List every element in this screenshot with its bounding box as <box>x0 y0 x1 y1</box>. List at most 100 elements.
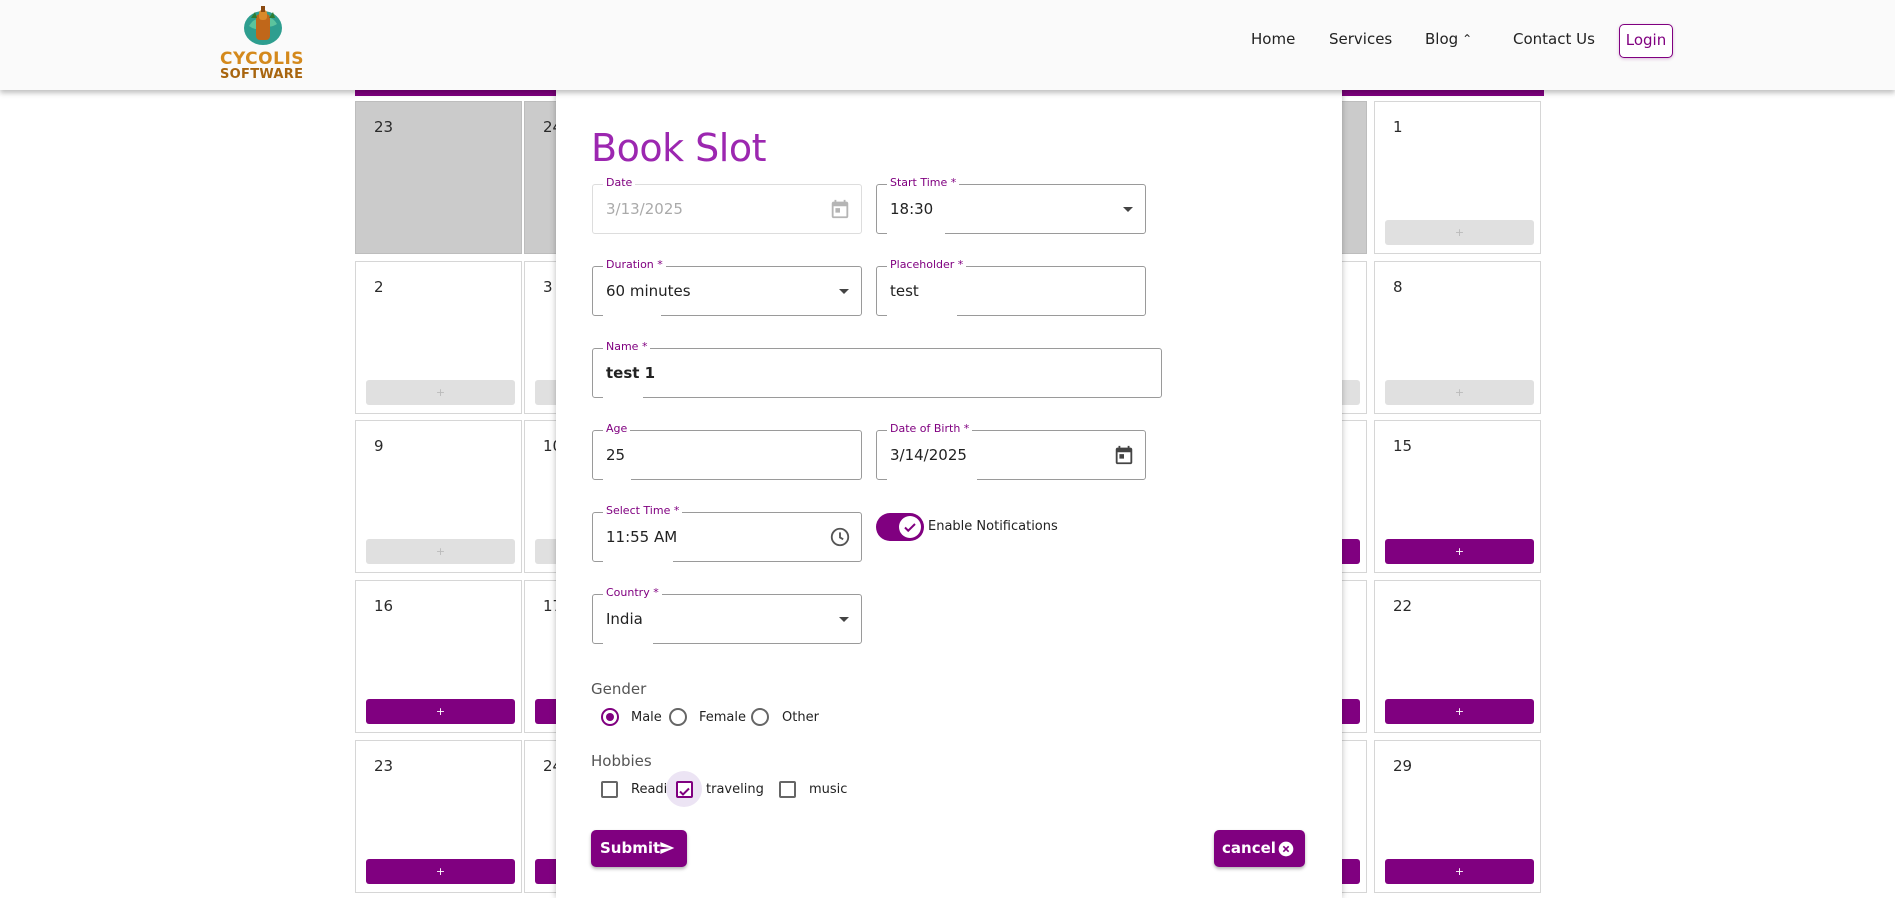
gender-radio-other[interactable] <box>751 708 769 726</box>
add-booking-button[interactable]: + <box>366 380 515 405</box>
cancel-button[interactable]: cancel <box>1214 830 1305 867</box>
field-underline <box>603 560 673 562</box>
name-label: Name * <box>603 340 651 354</box>
gender-option-other: Other <box>782 710 819 725</box>
add-booking-button[interactable]: + <box>1385 380 1534 405</box>
field-underline <box>887 232 945 234</box>
nav-home-link[interactable]: Home <box>1251 30 1295 56</box>
country-select[interactable]: Country * India <box>592 586 862 644</box>
add-booking-button[interactable]: + <box>366 539 515 564</box>
hobby-checkbox-music[interactable] <box>779 781 796 798</box>
calendar-icon[interactable] <box>1113 444 1135 466</box>
age-input[interactable]: Age 25 <box>592 422 862 480</box>
notifications-toggle[interactable] <box>876 513 924 541</box>
placeholder-input[interactable]: Placeholder * test <box>876 258 1146 316</box>
dropdown-arrow-icon <box>839 617 849 622</box>
calendar-day-cell[interactable]: 29 + <box>1374 740 1541 893</box>
add-booking-button[interactable]: + <box>366 859 515 884</box>
calendar-day-cell[interactable]: 9 + <box>355 420 522 573</box>
name-input[interactable]: Name * test 1 <box>592 340 1162 398</box>
add-booking-button[interactable]: + <box>1385 539 1534 564</box>
check-icon <box>904 523 916 533</box>
duration-label: Duration * <box>603 258 666 272</box>
gender-radio-male[interactable] <box>601 708 619 726</box>
calendar-day-cell[interactable]: 16 + <box>355 580 522 733</box>
hobby-option-traveling: traveling <box>706 782 764 797</box>
select-time-value: 11:55 AM <box>606 528 678 546</box>
calendar-day-number: 3 <box>543 278 553 296</box>
login-button[interactable]: Login <box>1619 24 1673 58</box>
placeholder-label: Placeholder * <box>887 258 967 272</box>
field-underline <box>603 478 631 480</box>
calendar-day-number: 22 <box>1393 597 1413 615</box>
add-booking-button[interactable]: + <box>1385 859 1534 884</box>
dob-label: Date of Birth * <box>887 422 973 436</box>
select-time-input[interactable]: Select Time * 11:55 AM <box>592 504 862 562</box>
calendar-day-number: 15 <box>1393 437 1413 455</box>
nav-blog-label: Blog <box>1425 30 1459 48</box>
hobby-option-music: music <box>809 782 848 797</box>
date-of-birth-input[interactable]: Date of Birth * 3/14/2025 <box>876 422 1146 480</box>
duration-value: 60 minutes <box>606 282 691 300</box>
start-time-label: Start Time * <box>887 176 960 190</box>
start-time-select[interactable]: Start Time * 18:30 <box>876 176 1146 234</box>
dropdown-arrow-icon <box>839 289 849 294</box>
calendar-day-cell[interactable]: 23 + <box>355 740 522 893</box>
logo-text-secondary: SOFTWARE <box>220 67 304 82</box>
gender-label: Gender <box>591 680 647 698</box>
cancel-button-label: cancel <box>1222 839 1276 857</box>
select-time-label: Select Time * <box>603 504 683 518</box>
gender-option-female: Female <box>699 710 747 725</box>
notifications-label: Enable Notifications <box>928 519 1058 534</box>
site-header: CYCOLIS SOFTWARE Home Services Blog ⌃ Con… <box>0 0 1895 90</box>
name-value: test 1 <box>606 364 656 382</box>
start-time-value: 18:30 <box>890 200 934 218</box>
nav-services-link[interactable]: Services <box>1329 30 1392 56</box>
field-underline <box>603 314 661 316</box>
nav-contact-link[interactable]: Contact Us <box>1513 30 1595 56</box>
add-booking-button[interactable]: + <box>1385 220 1534 245</box>
add-booking-button[interactable]: + <box>366 699 515 724</box>
calendar-day-number: 23 <box>374 118 394 136</box>
dialog-title: Book Slot <box>591 126 766 170</box>
submit-button[interactable]: Submit <box>591 830 687 867</box>
calendar-icon <box>831 199 849 219</box>
calendar-day-cell[interactable]: 8 + <box>1374 261 1541 414</box>
logo-text-primary: CYCOLIS <box>220 49 305 69</box>
dob-value: 3/14/2025 <box>890 446 967 464</box>
country-label: Country * <box>603 586 662 600</box>
country-value: India <box>606 610 643 628</box>
placeholder-value: test <box>890 282 919 300</box>
gender-option-male: Male <box>631 710 662 725</box>
field-underline <box>887 314 957 316</box>
clock-icon[interactable] <box>829 526 851 548</box>
calendar-day-cell[interactable]: 1 + <box>1374 101 1541 254</box>
logo-globe-icon <box>244 6 282 45</box>
hobby-checkbox-traveling[interactable] <box>676 781 693 798</box>
book-slot-dialog: Book Slot Date 3/13/2025 Start Time * 18… <box>556 88 1342 898</box>
calendar-day-cell[interactable]: 15 + <box>1374 420 1541 573</box>
duration-select[interactable]: Duration * 60 minutes <box>592 258 862 316</box>
calendar-day-cell[interactable]: 22 + <box>1374 580 1541 733</box>
calendar-day-number: 8 <box>1393 278 1403 296</box>
gender-radio-female[interactable] <box>669 708 687 726</box>
calendar-day-number: 16 <box>374 597 394 615</box>
nav-blog-menu[interactable]: Blog ⌃ <box>1425 30 1472 56</box>
send-icon <box>660 842 675 854</box>
dropdown-arrow-icon <box>1123 207 1133 212</box>
date-field-value: 3/13/2025 <box>606 200 683 218</box>
field-underline <box>603 396 643 398</box>
add-booking-button[interactable]: + <box>1385 699 1534 724</box>
company-logo[interactable]: CYCOLIS SOFTWARE <box>218 6 305 82</box>
toggle-knob <box>899 516 921 538</box>
submit-button-label: Submit <box>600 839 661 857</box>
field-underline <box>887 478 977 480</box>
hobby-checkbox-reading[interactable] <box>601 781 618 798</box>
calendar-day-cell[interactable]: 23 <box>355 101 522 254</box>
field-underline <box>603 642 653 644</box>
date-field: Date 3/13/2025 <box>592 176 862 234</box>
calendar-day-cell[interactable]: 2 + <box>355 261 522 414</box>
age-label: Age <box>603 422 631 436</box>
chevron-up-icon: ⌃ <box>1462 32 1473 46</box>
radio-dot <box>606 713 614 721</box>
